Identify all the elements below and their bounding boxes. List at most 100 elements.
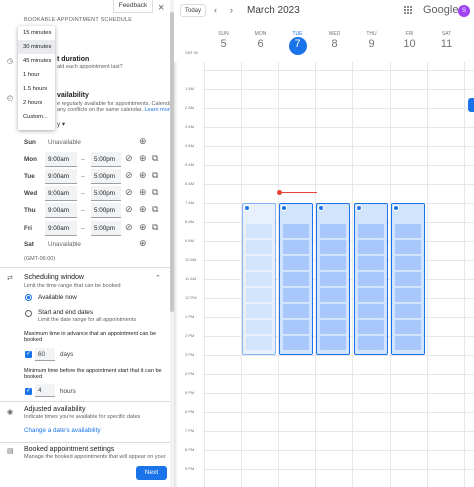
appointment-slot[interactable] <box>358 224 384 238</box>
appointment-slot[interactable] <box>320 256 346 270</box>
appointment-slot[interactable] <box>320 336 346 350</box>
appointment-slot[interactable] <box>358 256 384 270</box>
appointment-slot[interactable] <box>283 224 309 238</box>
radio-start-end-dates[interactable] <box>25 310 32 317</box>
appointment-slot[interactable] <box>246 288 272 302</box>
chevron-left-icon[interactable]: ‹ <box>214 5 217 15</box>
unavailable-icon[interactable]: ⊘ <box>125 171 133 180</box>
appointment-slot[interactable] <box>283 320 309 334</box>
unavailable-icon[interactable]: ⊘ <box>125 223 133 232</box>
appointment-slot[interactable] <box>395 320 421 334</box>
start-time-input[interactable]: 9:00am <box>45 152 77 167</box>
appointment-slot[interactable] <box>283 256 309 270</box>
appointment-slot[interactable] <box>246 336 272 350</box>
min-time-checkbox[interactable]: ✓ <box>25 388 32 395</box>
appointment-slot[interactable] <box>358 272 384 286</box>
appointment-slot[interactable] <box>358 336 384 350</box>
day-number[interactable]: 6 <box>242 38 279 50</box>
copy-icon[interactable]: ⧉ <box>152 223 158 232</box>
chevron-right-icon[interactable]: › <box>230 5 233 15</box>
day-number[interactable]: 10 <box>391 38 428 50</box>
availability-block[interactable] <box>354 203 388 355</box>
unavailable-icon[interactable]: ⊘ <box>125 188 133 197</box>
appointment-slot[interactable] <box>246 256 272 270</box>
appointment-slot[interactable] <box>358 320 384 334</box>
copy-icon[interactable]: ⧉ <box>152 171 158 180</box>
feedback-button[interactable]: Feedback <box>113 0 153 13</box>
appointment-slot[interactable] <box>246 240 272 254</box>
add-icon[interactable]: ⊕ <box>139 154 147 163</box>
appointment-slot[interactable] <box>395 256 421 270</box>
appointment-slot[interactable] <box>283 336 309 350</box>
next-button[interactable]: Next <box>136 466 167 480</box>
end-time-input[interactable]: 5:00pm <box>91 152 121 167</box>
appointment-slot[interactable] <box>320 224 346 238</box>
appointment-slot[interactable] <box>246 224 272 238</box>
today-button[interactable]: Today <box>180 4 206 17</box>
day-number[interactable]: 9 <box>353 38 390 50</box>
appointment-slot[interactable] <box>320 288 346 302</box>
appointment-slot[interactable] <box>395 224 421 238</box>
availability-block[interactable] <box>316 203 350 355</box>
duration-option[interactable]: 30 minutes <box>18 40 55 54</box>
add-icon[interactable]: ⊕ <box>139 205 147 214</box>
appointment-slot[interactable] <box>283 240 309 254</box>
learn-more-link[interactable]: Learn more <box>144 107 172 113</box>
appointment-slot[interactable] <box>358 304 384 318</box>
duration-dropdown[interactable]: 15 minutes 30 minutes 45 minutes 1 hour 1.5 … <box>18 26 55 130</box>
appointment-slot[interactable] <box>395 240 421 254</box>
radio-available-now[interactable] <box>25 294 32 301</box>
appointment-slot[interactable] <box>320 240 346 254</box>
availability-block[interactable] <box>391 203 425 355</box>
appointment-slot[interactable] <box>283 288 309 302</box>
change-date-link[interactable]: Change a date's availability <box>24 427 100 434</box>
availability-block[interactable] <box>279 203 313 355</box>
start-time-input[interactable]: 9:00am <box>45 169 77 184</box>
repeat-select[interactable]: y ▾ <box>57 121 65 128</box>
duration-option[interactable]: 45 minutes <box>18 54 55 68</box>
appointment-slot[interactable] <box>320 272 346 286</box>
duration-option[interactable]: Custom... <box>18 110 55 124</box>
copy-icon[interactable]: ⧉ <box>152 154 158 163</box>
appointment-slot[interactable] <box>320 320 346 334</box>
copy-icon[interactable]: ⧉ <box>152 205 158 214</box>
start-time-input[interactable]: 9:00am <box>45 186 77 201</box>
end-time-input[interactable]: 5:00pm <box>91 203 121 218</box>
appointment-slot[interactable] <box>246 304 272 318</box>
appointment-slot[interactable] <box>358 288 384 302</box>
add-icon[interactable]: ⊕ <box>139 239 147 248</box>
duration-option[interactable]: 15 minutes <box>18 26 55 40</box>
add-icon[interactable]: ⊕ <box>139 188 147 197</box>
day-number[interactable]: 8 <box>316 38 353 50</box>
appointment-slot[interactable] <box>283 272 309 286</box>
add-icon[interactable]: ⊕ <box>139 171 147 180</box>
unavailable-icon[interactable]: ⊘ <box>125 205 133 214</box>
max-days-input[interactable]: 60 <box>35 348 55 361</box>
end-time-input[interactable]: 5:00pm <box>91 221 121 236</box>
appointment-slot[interactable] <box>283 304 309 318</box>
copy-icon[interactable]: ⧉ <box>152 188 158 197</box>
max-time-checkbox[interactable]: ✓ <box>25 351 32 358</box>
appointment-slot[interactable] <box>358 240 384 254</box>
apps-grid-icon[interactable] <box>404 6 412 14</box>
add-icon[interactable]: ⊕ <box>139 223 147 232</box>
start-time-input[interactable]: 9:00am <box>45 203 77 218</box>
chevron-up-icon[interactable]: ⌃ <box>155 275 161 282</box>
appointment-slot[interactable] <box>395 304 421 318</box>
unavailable-icon[interactable]: ⊘ <box>125 154 133 163</box>
end-time-input[interactable]: 5:00pm <box>91 169 121 184</box>
close-icon[interactable]: × <box>158 2 164 14</box>
duration-option[interactable]: 1.5 hours <box>18 82 55 96</box>
appointment-slot[interactable] <box>246 272 272 286</box>
appointment-slot[interactable] <box>395 288 421 302</box>
end-time-input[interactable]: 5:00pm <box>91 186 121 201</box>
appointment-slot[interactable] <box>320 304 346 318</box>
day-number[interactable]: 11 <box>428 38 465 50</box>
availability-block[interactable] <box>242 203 276 355</box>
start-time-input[interactable]: 9:00am <box>45 221 77 236</box>
side-panel-handle[interactable] <box>468 98 474 112</box>
duration-option[interactable]: 1 hour <box>18 68 55 82</box>
appointment-slot[interactable] <box>395 336 421 350</box>
add-icon[interactable]: ⊕ <box>139 137 147 146</box>
appointment-slot[interactable] <box>246 320 272 334</box>
